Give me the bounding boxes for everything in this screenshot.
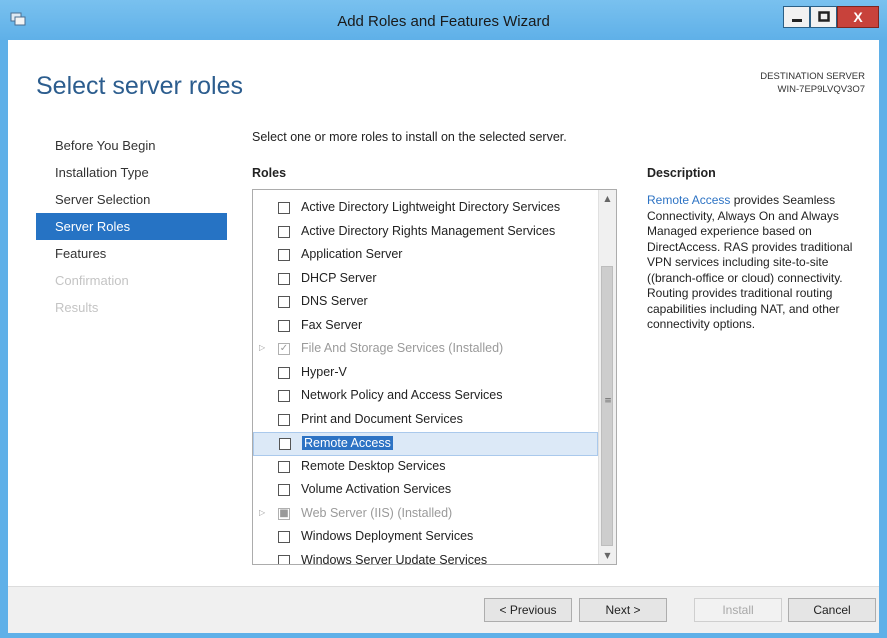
role-label: Volume Activation Services bbox=[301, 482, 452, 496]
minimize-icon bbox=[791, 19, 802, 22]
role-checkbox-checked: ✓ bbox=[278, 343, 290, 355]
minimize-button[interactable] bbox=[783, 6, 810, 28]
role-label: Network Policy and Access Services bbox=[301, 388, 503, 402]
page-title: Select server roles bbox=[36, 72, 244, 100]
role-checkbox[interactable] bbox=[278, 366, 290, 379]
role-checkbox[interactable] bbox=[278, 296, 290, 308]
role-item[interactable]: Fax Server bbox=[253, 315, 598, 339]
role-label-highlight: Remote Access bbox=[302, 436, 393, 450]
role-item[interactable]: Windows Deployment Services bbox=[253, 526, 598, 550]
role-item[interactable]: Application Server bbox=[253, 244, 598, 268]
role-item[interactable]: Print and Document Services bbox=[253, 409, 598, 433]
destination-server-value: WIN-7EP9LVQV3O7 bbox=[777, 84, 865, 95]
role-label: Application Server bbox=[301, 247, 403, 261]
scroll-down-icon[interactable]: ▼ bbox=[599, 547, 616, 564]
expand-arrow-icon[interactable]: ▷ bbox=[259, 508, 267, 518]
role-checkbox-partial: ■ bbox=[278, 507, 290, 520]
role-item[interactable]: Active Directory Lightweight Directory S… bbox=[253, 197, 598, 221]
role-item[interactable]: Active Directory Rights Management Servi… bbox=[253, 221, 598, 245]
roles-list[interactable]: Active Directory Lightweight Directory S… bbox=[252, 189, 617, 565]
next-button[interactable]: Next > bbox=[579, 598, 667, 622]
role-item[interactable]: Hyper-V bbox=[253, 362, 598, 386]
expand-arrow-icon[interactable]: ▷ bbox=[259, 343, 267, 353]
wizard-window: Add Roles and Features Wizard X Select s… bbox=[0, 0, 887, 638]
wizard-footer: < Previous Next > Install Cancel bbox=[8, 586, 879, 633]
role-checkbox[interactable] bbox=[278, 413, 290, 426]
role-checkbox[interactable] bbox=[278, 249, 290, 261]
title-bar[interactable]: Add Roles and Features Wizard X bbox=[0, 0, 887, 40]
role-label: Active Directory Rights Management Servi… bbox=[301, 223, 556, 238]
role-label: Remote Desktop Services bbox=[301, 458, 446, 473]
description-link[interactable]: Remote Access bbox=[647, 193, 730, 207]
window-title: Add Roles and Features Wizard bbox=[337, 13, 550, 30]
nav-item-installation-type[interactable]: Installation Type bbox=[36, 159, 227, 186]
role-label: Windows Server Update Services bbox=[301, 552, 488, 564]
role-label: Remote Access bbox=[302, 436, 393, 450]
role-checkbox[interactable] bbox=[278, 225, 290, 238]
close-button[interactable]: X bbox=[837, 6, 879, 28]
role-label: Hyper-V bbox=[301, 364, 347, 379]
maximize-button[interactable] bbox=[810, 6, 837, 28]
role-item[interactable]: Remote Desktop Services bbox=[253, 456, 598, 480]
role-item[interactable]: Volume Activation Services bbox=[253, 479, 598, 503]
role-item-selected[interactable]: Remote Access bbox=[253, 432, 598, 456]
nav-item-before-you-begin[interactable]: Before You Begin bbox=[36, 132, 227, 159]
role-checkbox[interactable] bbox=[278, 202, 290, 214]
nav-item-server-roles[interactable]: Server Roles bbox=[36, 213, 227, 240]
description-text: Remote Access provides Seamless Connecti… bbox=[647, 193, 862, 333]
role-item[interactable]: DHCP Server bbox=[253, 268, 598, 292]
wizard-nav: Before You Begin Installation Type Serve… bbox=[36, 132, 227, 321]
nav-item-server-selection[interactable]: Server Selection bbox=[36, 186, 227, 213]
role-item[interactable]: Windows Server Update Services bbox=[253, 550, 598, 564]
role-item[interactable]: Network Policy and Access Services bbox=[253, 385, 598, 409]
role-checkbox[interactable] bbox=[278, 390, 290, 402]
install-button: Install bbox=[694, 598, 782, 622]
role-checkbox[interactable] bbox=[278, 272, 290, 285]
close-icon: X bbox=[853, 9, 863, 25]
role-label: DNS Server bbox=[301, 294, 368, 308]
previous-button[interactable]: < Previous bbox=[484, 598, 572, 622]
description-body: provides Seamless Connectivity, Always O… bbox=[647, 193, 853, 331]
role-checkbox[interactable] bbox=[279, 438, 291, 450]
role-label: Print and Document Services bbox=[301, 411, 463, 426]
role-label: Web Server (IIS) (Installed) bbox=[301, 505, 453, 520]
role-item[interactable]: ▷ ■ Web Server (IIS) (Installed) bbox=[253, 503, 598, 527]
nav-item-features[interactable]: Features bbox=[36, 240, 227, 267]
destination-server: DESTINATION SERVER WIN-7EP9LVQV3O7 bbox=[760, 70, 865, 96]
role-label: File And Storage Services (Installed) bbox=[301, 341, 504, 355]
role-checkbox[interactable] bbox=[278, 319, 290, 332]
role-item[interactable]: DNS Server bbox=[253, 291, 598, 315]
role-label: DHCP Server bbox=[301, 270, 377, 285]
role-checkbox[interactable] bbox=[278, 484, 290, 496]
role-checkbox[interactable] bbox=[278, 531, 290, 543]
cancel-button[interactable]: Cancel bbox=[788, 598, 876, 622]
wizard-content: Select server roles DESTINATION SERVER W… bbox=[8, 40, 879, 586]
maximize-icon bbox=[817, 11, 830, 22]
roles-heading: Roles bbox=[252, 166, 287, 180]
role-label: Active Directory Lightweight Directory S… bbox=[301, 200, 561, 214]
instructions-text: Select one or more roles to install on t… bbox=[252, 130, 567, 144]
role-label: Fax Server bbox=[301, 317, 363, 332]
role-checkbox[interactable] bbox=[278, 554, 290, 564]
role-label: Windows Deployment Services bbox=[301, 529, 474, 543]
description-heading: Description bbox=[647, 166, 716, 180]
role-item[interactable]: ▷ ✓ File And Storage Services (Installed… bbox=[253, 338, 598, 362]
roles-scrollbar[interactable]: ▲ ≡ ▼ bbox=[598, 190, 616, 564]
scroll-up-icon[interactable]: ▲ bbox=[599, 190, 616, 207]
nav-item-confirmation: Confirmation bbox=[55, 273, 129, 288]
nav-item-results: Results bbox=[55, 300, 99, 315]
scrollbar-thumb[interactable]: ≡ bbox=[601, 266, 613, 546]
grip-icon: ≡ bbox=[604, 396, 612, 406]
destination-server-label: DESTINATION SERVER bbox=[760, 71, 865, 82]
role-checkbox[interactable] bbox=[278, 460, 290, 473]
